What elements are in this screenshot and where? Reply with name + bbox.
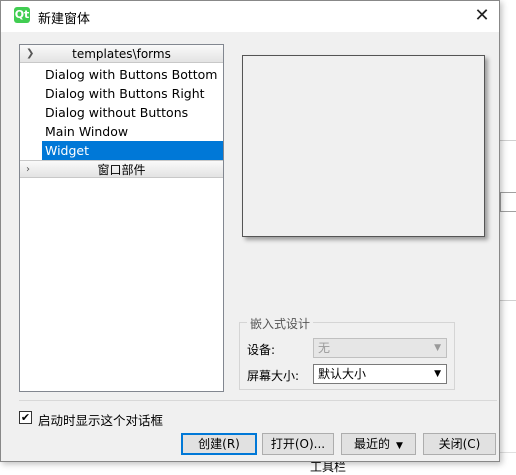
embedded-design-title: 嵌入式设计 [247,315,314,332]
group-label: templates\forms [72,47,171,61]
recent-label: 最近的 [354,437,391,451]
new-form-dialog: Qt 新建窗体 ✕ ❯ templates\forms Dialog with … [0,0,500,462]
list-item-dialog-without-buttons[interactable]: Dialog without Buttons [42,103,223,122]
chevron-right-icon: › [26,164,30,175]
background-window [500,0,516,473]
qt-creator-icon: Qt [14,7,30,23]
open-button[interactable]: 打开(O)... [262,433,334,455]
background-divider [500,300,516,301]
chevron-down-icon: ▼ [396,441,403,451]
background-divider [500,140,516,141]
show-on-startup-label[interactable]: 启动时显示这个对话框 [38,410,163,429]
chevron-down-icon: ❯ [26,48,35,59]
list-item-widget[interactable]: Widget [42,141,223,160]
dialog-title: 新建窗体 [38,12,91,27]
group-templates-forms[interactable]: ❯ templates\forms [20,45,223,63]
device-value: 无 [318,341,331,355]
chevron-down-icon: ▼ [434,369,441,379]
list-item-dialog-buttons-right[interactable]: Dialog with Buttons Right [42,84,223,103]
create-button[interactable]: 创建(R) [181,433,257,455]
template-tree[interactable]: ❯ templates\forms Dialog with Buttons Bo… [19,44,224,392]
title-bar: Qt 新建窗体 ✕ [1,1,499,32]
recent-button[interactable]: 最近的 ▼ [341,433,416,455]
screen-size-label: 屏幕大小: [247,369,300,383]
device-select[interactable]: 无 ▼ [313,338,447,358]
list-item-main-window[interactable]: Main Window [42,122,223,141]
divider [19,400,497,401]
screen-size-value: 默认大小 [318,367,367,381]
background-combo [500,192,516,212]
screen-size-select[interactable]: 默认大小 ▼ [313,364,447,384]
chevron-down-icon: ▼ [434,343,441,353]
form-preview [242,55,485,237]
list-item-dialog-buttons-bottom[interactable]: Dialog with Buttons Bottom [42,65,223,84]
device-label: 设备: [247,343,276,357]
group-widgets[interactable]: › 窗口部件 [20,160,223,178]
show-on-startup-checkbox[interactable]: ✔ [19,411,32,424]
group-label: 窗口部件 [97,163,146,177]
close-button[interactable]: 关闭(C) [423,433,496,455]
close-icon[interactable]: ✕ [471,5,493,27]
